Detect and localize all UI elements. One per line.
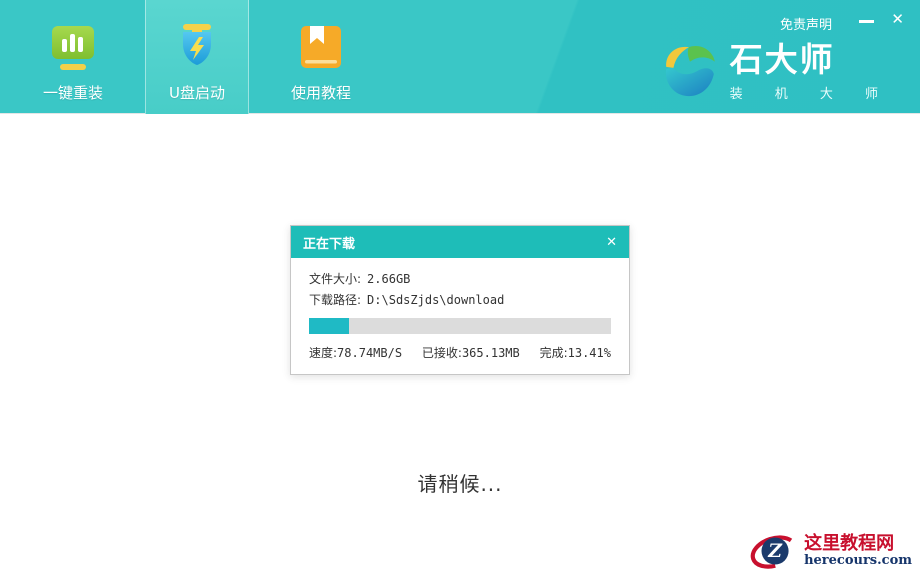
disclaimer-link[interactable]: 免责声明 — [780, 14, 832, 33]
main-nav-tabs: 一键重装 U盘启动 — [21, 0, 393, 114]
download-dialog-header: 正在下载 ✕ — [291, 226, 629, 258]
download-stats-row: 速度:78.74MB/S 已接收:365.13MB 完成:13.41% — [309, 344, 611, 361]
received-stat: 已接收:365.13MB — [422, 344, 520, 361]
usb-boot-shield-icon — [171, 20, 223, 76]
received-label: 已接收: — [422, 344, 462, 361]
speed-value: 78.74MB/S — [337, 346, 402, 360]
watermark-site-domain: herecours.com — [804, 554, 912, 568]
tab-label: U盘启动 — [169, 82, 225, 103]
progress-fill — [309, 318, 349, 334]
watermark-site-name: 这里教程网 — [804, 534, 912, 554]
tab-label: 使用教程 — [291, 82, 351, 103]
download-path-value: D:\SdsZjds\download — [367, 290, 504, 311]
watermark-z-logo-icon: Z — [749, 526, 799, 576]
received-value: 365.13MB — [462, 346, 520, 360]
dialog-close-icon[interactable]: ✕ — [606, 236, 617, 249]
file-size-value: 2.66GB — [367, 269, 410, 290]
dialog-title: 正在下载 — [303, 233, 606, 252]
brand-name: 石大师 — [730, 43, 892, 76]
tab-label: 一键重装 — [43, 82, 103, 103]
tutorial-book-icon — [295, 20, 347, 76]
download-progress-bar — [309, 318, 611, 334]
speed-stat: 速度:78.74MB/S — [309, 344, 402, 361]
close-icon[interactable]: ✕ — [889, 10, 906, 29]
shidashi-logo-icon — [660, 42, 720, 102]
completed-value: 13.41% — [568, 346, 611, 360]
completed-label: 完成: — [540, 344, 568, 361]
download-dialog: 正在下载 ✕ 文件大小: 2.66GB 下载路径: D:\SdsZjds\dow… — [290, 225, 630, 375]
file-size-label: 文件大小: — [309, 269, 361, 290]
completed-stat: 完成:13.41% — [540, 344, 611, 361]
speed-label: 速度: — [309, 344, 337, 361]
brand-block: 石大师 装 机 大 师 — [660, 42, 892, 102]
minimize-icon[interactable] — [859, 20, 874, 23]
reinstall-chart-icon — [47, 20, 99, 76]
brand-subtitle: 装 机 大 师 — [730, 83, 892, 102]
download-path-row: 下载路径: D:\SdsZjds\download — [309, 290, 611, 311]
site-watermark: Z 这里教程网 herecours.com — [745, 524, 916, 578]
download-dialog-body: 文件大小: 2.66GB 下载路径: D:\SdsZjds\download 速… — [291, 258, 629, 374]
app-header: 一键重装 U盘启动 — [0, 0, 920, 114]
svg-text:Z: Z — [767, 540, 783, 562]
file-size-row: 文件大小: 2.66GB — [309, 269, 611, 290]
please-wait-text: 请稍候... — [0, 468, 920, 497]
tab-one-key-reinstall[interactable]: 一键重装 — [21, 0, 125, 114]
download-path-label: 下载路径: — [309, 290, 361, 311]
tab-usb-boot[interactable]: U盘启动 — [145, 0, 249, 114]
tab-tutorial[interactable]: 使用教程 — [269, 0, 373, 114]
